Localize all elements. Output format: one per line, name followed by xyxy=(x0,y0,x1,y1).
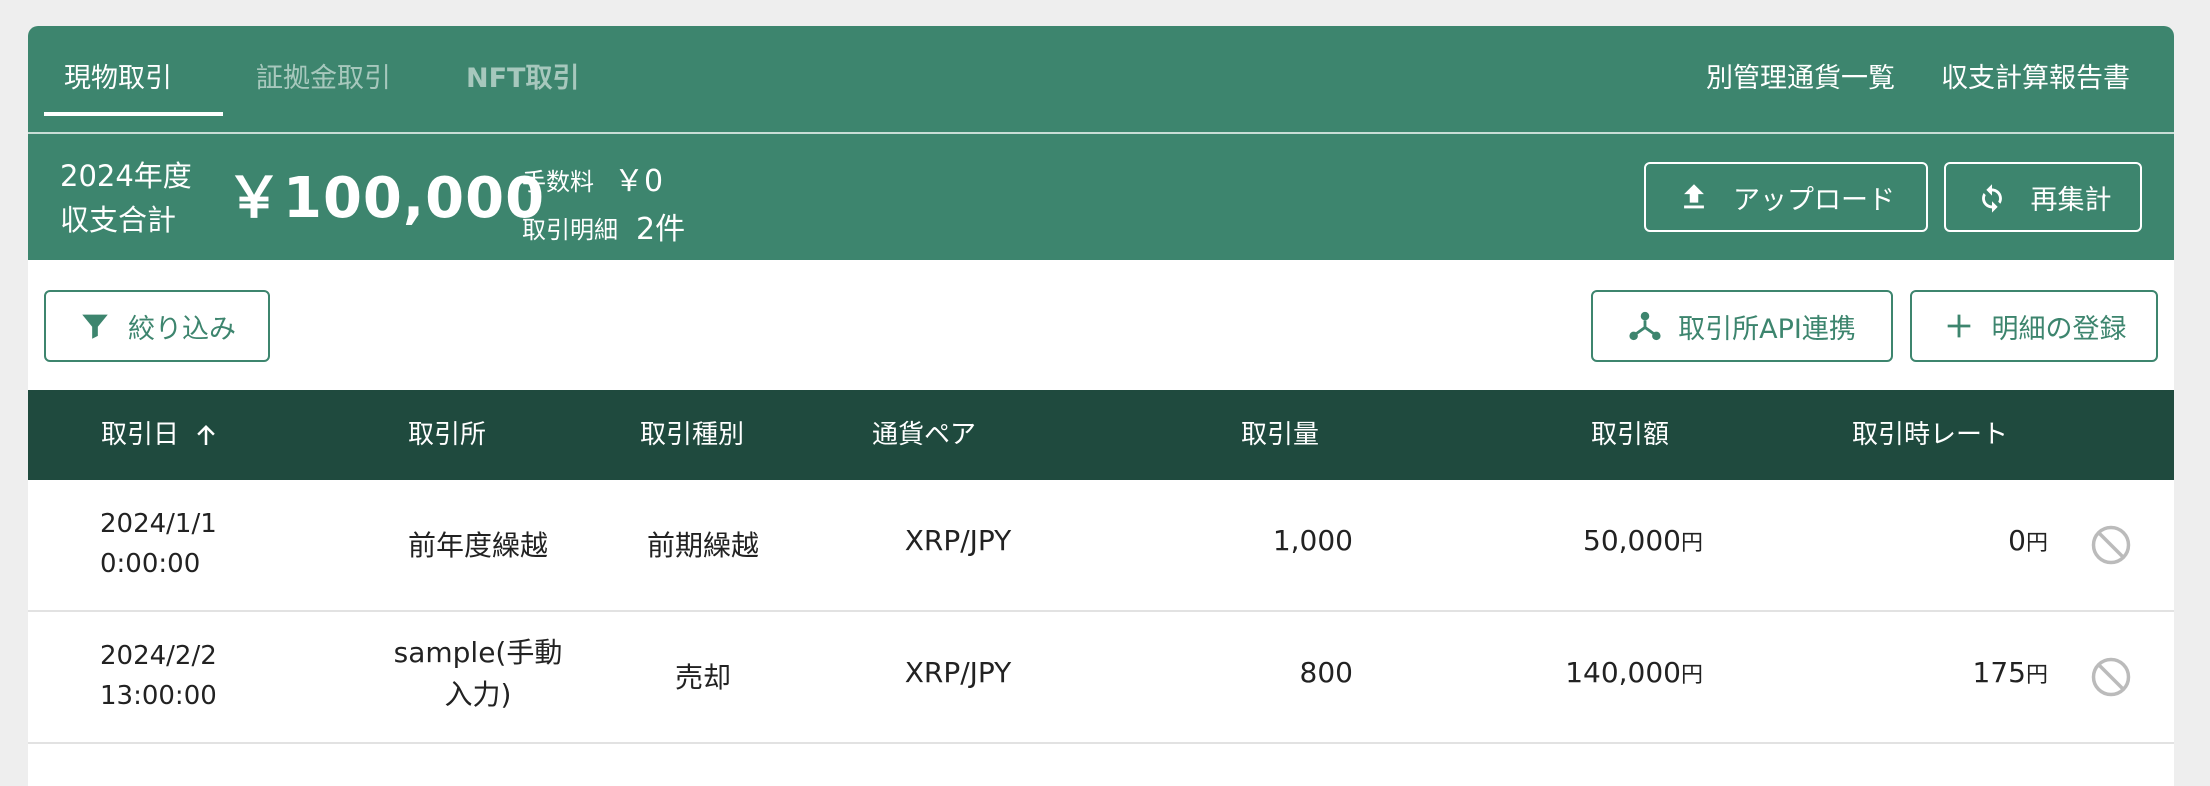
column-header-date[interactable]: 取引日 xyxy=(101,390,221,480)
tab-spot[interactable]: 現物取引 xyxy=(64,26,172,132)
transaction-count-value: 2件 xyxy=(636,212,686,247)
row-pair: XRP/JPY xyxy=(904,656,1012,689)
fee-label: 手数料 xyxy=(522,168,594,196)
tab-nft[interactable]: NFT取引 xyxy=(466,26,579,132)
row-date: 2024/2/2 13:00:00 xyxy=(100,636,217,716)
row-date: 2024/1/1 0:00:00 xyxy=(100,504,217,584)
table-header: 取引日 取引所 取引種別 通貨ペア 取引量 取引額 取引時レート xyxy=(28,390,2174,480)
column-header-type[interactable]: 取引種別 xyxy=(640,390,744,480)
plus-icon xyxy=(1947,314,1970,338)
column-header-rate[interactable]: 取引時レート xyxy=(1852,390,2008,480)
row-rate-number: 175 xyxy=(1972,656,2026,689)
refresh-icon xyxy=(1981,184,2002,213)
row-exchange-line2: 入力) xyxy=(444,678,512,711)
row-rate: 0円 xyxy=(1728,524,2048,557)
row-value: 140,000円 xyxy=(1428,656,1703,689)
fee-value: ￥0 xyxy=(614,164,664,199)
table-row[interactable]: 2024/2/2 13:00:00 sample(手動 入力) 売却 XRP/J… xyxy=(28,612,2174,744)
transaction-count-label: 取引明細 xyxy=(522,216,618,244)
row-rate-unit: 円 xyxy=(2025,531,2048,556)
row-rate-number: 0 xyxy=(2008,524,2026,557)
exchange-api-button[interactable]: 取引所API連携 xyxy=(1591,290,1893,362)
exchange-api-button-label: 取引所API連携 xyxy=(1678,313,1856,345)
tab-margin[interactable]: 証拠金取引 xyxy=(256,26,391,132)
upload-icon xyxy=(1684,184,1704,209)
year-label-line1: 2024年度 xyxy=(60,159,192,193)
register-entry-button-label: 明細の登録 xyxy=(1991,313,2127,345)
summary-bar: 2024年度 収支合計 ￥100,000 手数料 ￥0 取引明細 2件 アップロ… xyxy=(28,134,2174,260)
table-row[interactable]: 2024/1/1 0:00:00 前年度繰越 前期繰越 XRP/JPY 1,00… xyxy=(28,480,2174,612)
column-header-amount[interactable]: 取引量 xyxy=(1241,390,1319,480)
active-tab-indicator xyxy=(44,112,223,116)
row-pair: XRP/JPY xyxy=(904,524,1012,557)
filter-button[interactable]: 絞り込み xyxy=(44,290,270,362)
row-exchange: sample(手動 入力) xyxy=(348,632,608,716)
separate-currency-list-link[interactable]: 別管理通貨一覧 xyxy=(1706,26,1895,132)
sort-ascending-icon xyxy=(197,425,215,445)
main-card: 現物取引 証拠金取引 NFT取引 別管理通貨一覧 収支計算報告書 2024年度 … xyxy=(28,26,2174,786)
tab-bar: 現物取引 証拠金取引 NFT取引 別管理通貨一覧 収支計算報告書 xyxy=(28,26,2174,134)
upload-button[interactable]: アップロード xyxy=(1644,162,1928,232)
register-entry-button[interactable]: 明細の登録 xyxy=(1910,290,2158,362)
column-header-value[interactable]: 取引額 xyxy=(1591,390,1669,480)
row-type: 売却 xyxy=(674,661,731,694)
row-exchange: 前年度繰越 xyxy=(407,529,548,562)
row-value-unit: 円 xyxy=(1680,663,1703,688)
disable-icon[interactable] xyxy=(2090,656,2132,698)
row-exchange-line1: sample(手動 xyxy=(393,636,563,669)
row-value-number: 50,000 xyxy=(1583,524,1681,557)
upload-button-label: アップロード xyxy=(1733,184,1895,216)
row-date-day: 2024/2/2 xyxy=(100,641,217,671)
recalculate-button-label: 再集計 xyxy=(2030,184,2112,216)
row-date-time: 13:00:00 xyxy=(100,681,217,711)
row-amount: 800 xyxy=(1299,656,1353,689)
row-rate-unit: 円 xyxy=(2025,663,2048,688)
income-report-link[interactable]: 収支計算報告書 xyxy=(1941,26,2130,132)
row-rate: 175円 xyxy=(1728,656,2048,689)
filter-button-label: 絞り込み xyxy=(128,313,236,345)
row-value: 50,000円 xyxy=(1428,524,1703,557)
column-header-pair[interactable]: 通貨ペア xyxy=(872,390,976,480)
column-header-exchange[interactable]: 取引所 xyxy=(408,390,486,480)
year-label-line2: 収支合計 xyxy=(60,203,177,237)
row-value-unit: 円 xyxy=(1680,531,1703,556)
filter-icon xyxy=(82,314,108,339)
row-value-number: 140,000 xyxy=(1565,656,1681,689)
row-date-time: 0:00:00 xyxy=(100,549,201,579)
year-label: 2024年度 収支合計 xyxy=(60,154,192,242)
disable-icon[interactable] xyxy=(2090,524,2132,566)
column-header-date-label: 取引日 xyxy=(101,420,180,450)
row-amount: 1,000 xyxy=(1272,524,1353,557)
total-balance: ￥100,000 xyxy=(226,166,546,231)
row-date-day: 2024/1/1 xyxy=(100,509,217,539)
row-type: 前期繰越 xyxy=(646,529,759,562)
api-connection-icon xyxy=(1629,311,1661,341)
recalculate-button[interactable]: 再集計 xyxy=(1944,162,2142,232)
